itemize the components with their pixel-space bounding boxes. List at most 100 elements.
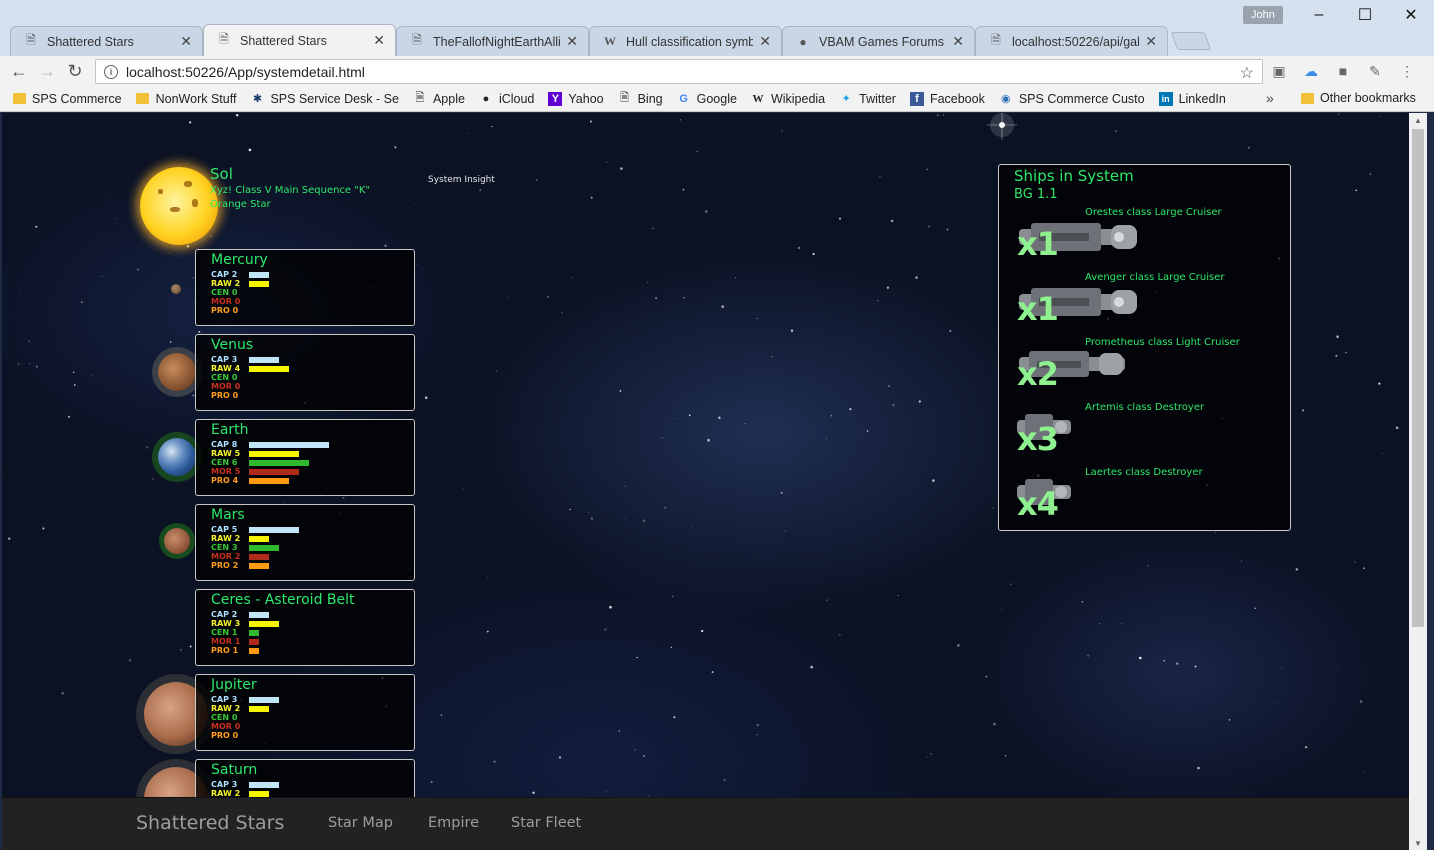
bookmark-item[interactable]: ✱ SPS Service Desk - Se	[250, 92, 399, 106]
background-star	[1379, 116, 1380, 118]
minimize-icon[interactable]: –	[1296, 0, 1342, 30]
background-star	[992, 507, 994, 509]
close-window-icon[interactable]: ✕	[1388, 0, 1434, 30]
browser-tab[interactable]: 🗎 localhost:50226/api/gala ✕	[975, 26, 1168, 56]
nav-star-fleet[interactable]: Star Fleet	[511, 815, 581, 831]
ship-entry[interactable]: x1 Orestes class Large Cruiser	[1013, 207, 1283, 272]
close-icon[interactable]: ✕	[566, 33, 578, 50]
browser-tab[interactable]: ● VBAM Games Forums - F ✕	[782, 26, 975, 56]
sunspot	[184, 181, 192, 187]
planet-earth-image[interactable]	[158, 438, 196, 476]
reload-icon[interactable]: ↻	[64, 60, 86, 82]
bookmark-item[interactable]: ● iCloud	[479, 91, 535, 106]
bookmark-item[interactable]: ✦ Twitter	[839, 92, 896, 106]
scroll-up-icon[interactable]: ▲	[1409, 113, 1427, 127]
address-bar[interactable]: i localhost:50226/App/systemdetail.html …	[95, 59, 1263, 84]
background-star	[496, 370, 498, 372]
stat-bar	[249, 629, 259, 636]
stat-pro: PRO 0	[211, 391, 239, 400]
cast-icon[interactable]: ▣	[1268, 60, 1290, 82]
bookmark-star-icon[interactable]: ☆	[1240, 63, 1254, 83]
planet-name: Saturn	[211, 762, 258, 778]
sun-image[interactable]	[140, 167, 218, 245]
browser-tab[interactable]: W Hull classification symbo ✕	[589, 26, 782, 56]
planet-venus-image[interactable]	[158, 353, 196, 391]
service-desk-icon: ✱	[252, 93, 263, 105]
planet-card-jupiter[interactable]: Jupiter CAP 3 RAW 2 CEN 0 MOR 0 PRO 0	[195, 674, 415, 751]
planet-mars-image[interactable]	[164, 528, 190, 554]
background-star	[2, 471, 3, 473]
browser-tab-active[interactable]: 🗎 Shattered Stars ✕	[203, 24, 396, 56]
ship-entry[interactable]: x2 Prometheus class Light Cruiser	[1013, 337, 1283, 402]
ship-entry[interactable]: x4 Laertes class Destroyer	[1013, 467, 1283, 532]
other-bookmarks-folder[interactable]: Other bookmarks	[1300, 91, 1416, 105]
bookmark-label: iCloud	[498, 91, 535, 106]
background-star	[642, 519, 646, 523]
planet-mercury-image[interactable]	[171, 284, 181, 294]
stat-bar	[249, 611, 269, 618]
maximize-icon[interactable]: ☐	[1342, 0, 1388, 30]
bookmark-item[interactable]: f Facebook	[909, 91, 985, 106]
ship-entry[interactable]: x3 Artemis class Destroyer	[1013, 402, 1283, 467]
planet-card-venus[interactable]: Venus CAP 3 RAW 4 CEN 0 MOR 0 PRO 0	[195, 334, 415, 411]
browser-tab[interactable]: 🗎 Shattered Stars ✕	[10, 26, 203, 56]
background-star	[570, 276, 573, 279]
planet-card-mercury[interactable]: Mercury CAP 2 RAW 2 CEN 0 MOR 0 PRO 0	[195, 249, 415, 326]
system-insight-link[interactable]: System Insight	[428, 175, 495, 185]
close-icon[interactable]: ✕	[952, 33, 964, 50]
bookmark-item[interactable]: SPS Commerce	[12, 92, 122, 106]
bookmark-item[interactable]: NonWork Stuff	[136, 92, 236, 106]
info-icon[interactable]: i	[104, 64, 118, 79]
bookmark-item[interactable]: W Wikipedia	[751, 92, 825, 106]
planet-card-earth[interactable]: Earth CAP 8 RAW 5 CEN 6 MOR 5 PRO 4	[195, 419, 415, 496]
planet-name: Mars	[211, 507, 245, 523]
close-icon[interactable]: ✕	[373, 32, 385, 49]
planet-card-ceres[interactable]: Ceres - Asteroid Belt CAP 2 RAW 3 CEN 1 …	[195, 589, 415, 666]
background-star	[1228, 719, 1231, 721]
background-star	[830, 415, 832, 417]
bookmark-item[interactable]: ◉ SPS Commerce Custo	[999, 92, 1145, 106]
close-icon[interactable]: ✕	[759, 33, 771, 50]
bookmark-item[interactable]: 🗎 Bing	[618, 92, 662, 106]
menu-dots-icon[interactable]: ⋮	[1396, 60, 1418, 82]
close-icon[interactable]: ✕	[1145, 33, 1157, 50]
page-scrollbar[interactable]: ▲ ▼	[1409, 113, 1427, 850]
background-star	[479, 189, 482, 192]
fleet-name[interactable]: BG 1.1	[1014, 187, 1058, 202]
bookmark-item[interactable]: in LinkedIn	[1158, 91, 1226, 106]
scroll-down-icon[interactable]: ▼	[1409, 836, 1427, 850]
more-bookmarks-chevron-icon[interactable]: »	[1266, 90, 1274, 106]
sunspot	[192, 199, 198, 207]
background-star	[61, 691, 65, 695]
browser-tab[interactable]: 🗎 TheFallofNightEarthAlliar ✕	[396, 26, 589, 56]
nav-star-map[interactable]: Star Map	[328, 815, 393, 831]
extension-icon[interactable]: ■	[1332, 60, 1354, 82]
planet-card-mars[interactable]: Mars CAP 5 RAW 2 CEN 3 MOR 2 PRO 2	[195, 504, 415, 581]
close-icon[interactable]: ✕	[180, 33, 192, 50]
forward-arrow-icon[interactable]: →	[36, 60, 58, 82]
background-star	[1240, 560, 1242, 562]
stat-mor: MOR 5	[211, 467, 299, 476]
browser-titlebar: John – ☐ ✕ 🗎 Shattered Stars ✕ 🗎 Shatter…	[0, 0, 1434, 56]
brand-link[interactable]: Shattered Stars	[136, 812, 284, 834]
background-star	[636, 656, 638, 659]
bookmark-item[interactable]: G Google	[677, 92, 737, 106]
background-star	[606, 162, 608, 163]
new-tab-button[interactable]	[1170, 32, 1212, 50]
nav-empire[interactable]: Empire	[428, 815, 479, 831]
tools-icon[interactable]: ✎	[1364, 60, 1386, 82]
background-star	[942, 114, 945, 116]
profile-button[interactable]: John	[1243, 6, 1283, 24]
sunspot	[170, 207, 180, 212]
ship-entry[interactable]: x1 Avenger class Large Cruiser	[1013, 272, 1283, 337]
stat-bar	[249, 544, 279, 551]
bookmark-label: LinkedIn	[1178, 91, 1226, 106]
scroll-thumb[interactable]	[1412, 129, 1424, 627]
cloud-icon[interactable]: ☁	[1300, 60, 1322, 82]
bookmark-item[interactable]: Y Yahoo	[548, 91, 604, 106]
background-star	[784, 530, 786, 532]
background-star	[756, 734, 758, 736]
bookmark-item[interactable]: 🗎 Apple	[413, 92, 465, 106]
back-arrow-icon[interactable]: ←	[8, 60, 30, 82]
stat-cap: CAP 2	[211, 610, 269, 619]
